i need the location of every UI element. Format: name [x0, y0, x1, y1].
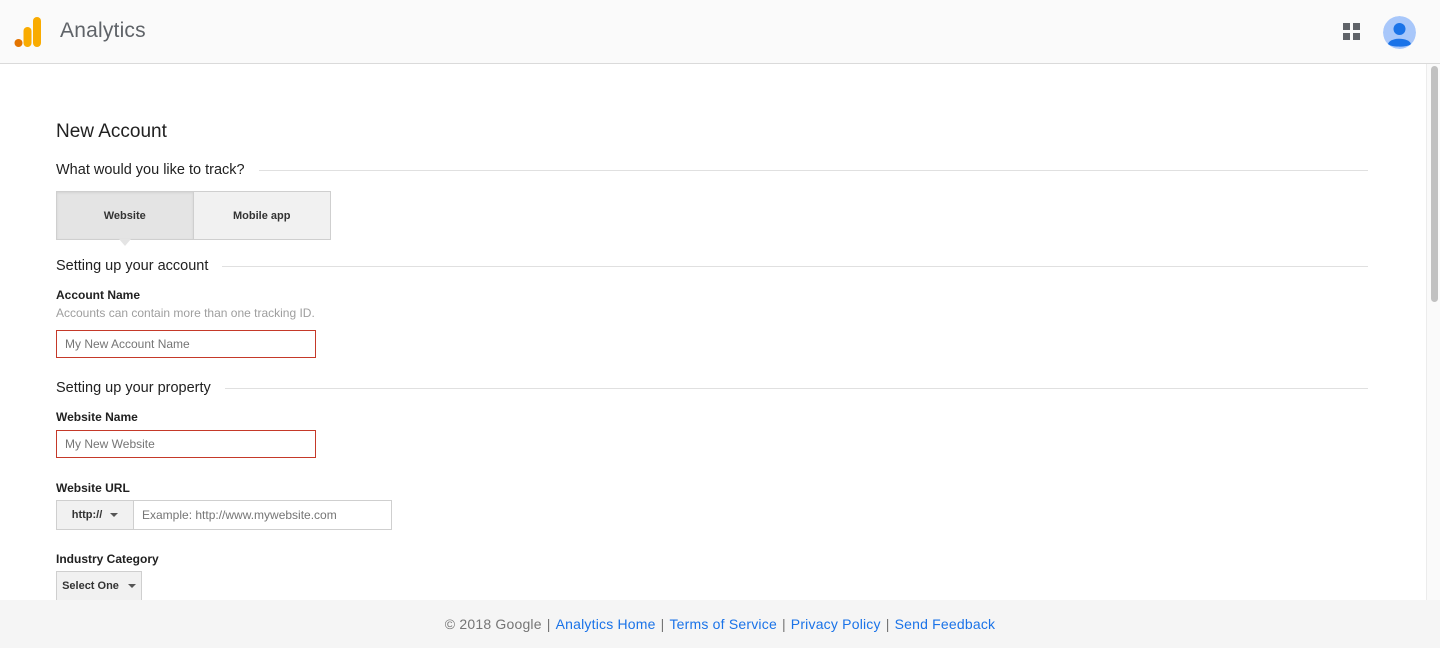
- page-footer: © 2018 Google | Analytics Home | Terms o…: [0, 600, 1440, 648]
- website-url-input[interactable]: [134, 500, 392, 530]
- account-name-hint: Accounts can contain more than one track…: [56, 306, 315, 320]
- account-section-heading: Setting up your account: [56, 256, 1368, 276]
- copyright-text: © 2018 Google: [444, 616, 542, 632]
- apps-grid-icon[interactable]: [1343, 23, 1361, 41]
- website-name-label: Website Name: [56, 410, 138, 424]
- footer-separator: |: [546, 616, 551, 632]
- tab-mobile-app[interactable]: Mobile app: [193, 192, 330, 239]
- website-url-group: http://: [56, 500, 392, 530]
- property-heading-text: Setting up your property: [56, 380, 225, 396]
- new-account-form: New Account What would you like to track…: [56, 64, 1368, 601]
- scrollbar-thumb[interactable]: [1431, 66, 1438, 302]
- caret-down-icon: [110, 513, 119, 517]
- caret-down-icon: [127, 584, 136, 588]
- analytics-logo-icon[interactable]: [14, 16, 42, 48]
- footer-separator: |: [660, 616, 665, 632]
- footer-separator: |: [885, 616, 890, 632]
- property-section-heading: Setting up your property: [56, 378, 1368, 398]
- send-feedback-link[interactable]: Send Feedback: [895, 616, 996, 632]
- analytics-home-link[interactable]: Analytics Home: [556, 616, 656, 632]
- terms-of-service-link[interactable]: Terms of Service: [669, 616, 776, 632]
- section-divider: [224, 387, 1368, 389]
- section-divider: [258, 169, 1368, 171]
- privacy-policy-link[interactable]: Privacy Policy: [791, 616, 881, 632]
- footer-separator: |: [781, 616, 786, 632]
- account-heading-text: Setting up your account: [56, 258, 223, 274]
- account-name-input[interactable]: [56, 330, 316, 358]
- account-name-label: Account Name: [56, 288, 141, 302]
- website-name-input[interactable]: [56, 430, 316, 458]
- protocol-value: http://: [71, 509, 103, 521]
- website-url-label: Website URL: [56, 481, 130, 495]
- section-divider: [222, 265, 1368, 267]
- page-title: New Account: [56, 121, 167, 142]
- top-app-bar: Analytics: [0, 0, 1440, 64]
- protocol-dropdown[interactable]: http://: [56, 500, 134, 530]
- page-scrollbar[interactable]: [1426, 64, 1440, 600]
- track-section-heading: What would you like to track?: [56, 160, 1368, 180]
- account-avatar-icon[interactable]: [1383, 16, 1416, 49]
- industry-category-value: Select One: [62, 580, 119, 592]
- app-title: Analytics: [60, 19, 146, 42]
- industry-category-dropdown[interactable]: Select One: [56, 571, 142, 601]
- industry-category-label: Industry Category: [56, 552, 159, 566]
- track-heading-text: What would you like to track?: [56, 162, 259, 178]
- tab-website[interactable]: Website: [57, 192, 194, 246]
- track-type-selector: Website Mobile app: [56, 191, 331, 246]
